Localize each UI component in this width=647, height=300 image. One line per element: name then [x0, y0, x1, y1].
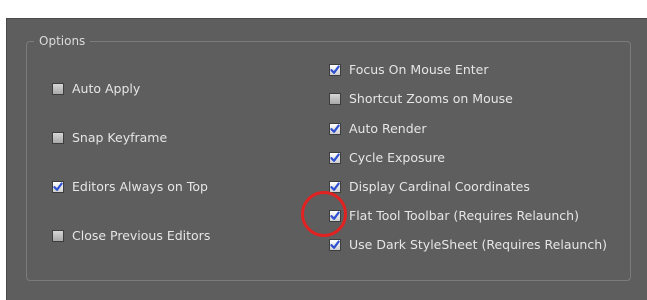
- shortcut-zooms-on-mouse-checkbox[interactable]: Shortcut Zooms on Mouse: [329, 91, 513, 107]
- checkbox-label: Snap Keyframe: [72, 130, 168, 145]
- snap-keyframe-checkbox[interactable]: Snap Keyframe: [52, 130, 167, 146]
- options-group-title: Options: [34, 33, 91, 49]
- auto-apply-checkbox[interactable]: Auto Apply: [52, 81, 140, 97]
- checkbox-label: Auto Apply: [72, 81, 141, 96]
- checkbox-checked: [329, 152, 341, 164]
- checkbox-checked: [52, 181, 64, 193]
- checkbox-unchecked: [52, 230, 64, 242]
- use-dark-stylesheet-checkbox[interactable]: Use Dark StyleSheet (Requires Relaunch): [329, 237, 607, 253]
- auto-render-checkbox[interactable]: Auto Render: [329, 121, 427, 137]
- checkbox-label: Flat Tool Toolbar (Requires Relaunch): [349, 208, 579, 223]
- checkbox-checked: [329, 210, 341, 222]
- checkbox-checked: [329, 123, 341, 135]
- checkbox-label: Focus On Mouse Enter: [349, 62, 489, 77]
- checkbox-label: Editors Always on Top: [72, 179, 208, 194]
- checkbox-label: Cycle Exposure: [349, 150, 446, 165]
- cycle-exposure-checkbox[interactable]: Cycle Exposure: [329, 150, 445, 166]
- checkbox-label: Auto Render: [349, 121, 427, 136]
- checkbox-checked: [329, 181, 341, 193]
- focus-on-mouse-enter-checkbox[interactable]: Focus On Mouse Enter: [329, 62, 489, 78]
- editors-always-on-top-checkbox[interactable]: Editors Always on Top: [52, 179, 208, 195]
- display-cardinal-coordinates-checkbox[interactable]: Display Cardinal Coordinates: [329, 179, 530, 195]
- checkbox-label: Display Cardinal Coordinates: [349, 179, 530, 194]
- checkbox-unchecked: [329, 93, 341, 105]
- checkbox-checked: [329, 64, 341, 76]
- checkbox-unchecked: [52, 132, 64, 144]
- checkbox-label: Use Dark StyleSheet (Requires Relaunch): [349, 237, 607, 252]
- close-previous-editors-checkbox[interactable]: Close Previous Editors: [52, 228, 210, 244]
- checkbox-checked: [329, 239, 341, 251]
- checkbox-unchecked: [52, 83, 64, 95]
- checkbox-label: Shortcut Zooms on Mouse: [349, 91, 513, 106]
- checkbox-label: Close Previous Editors: [72, 228, 211, 243]
- flat-tool-toolbar-checkbox[interactable]: Flat Tool Toolbar (Requires Relaunch): [329, 208, 579, 224]
